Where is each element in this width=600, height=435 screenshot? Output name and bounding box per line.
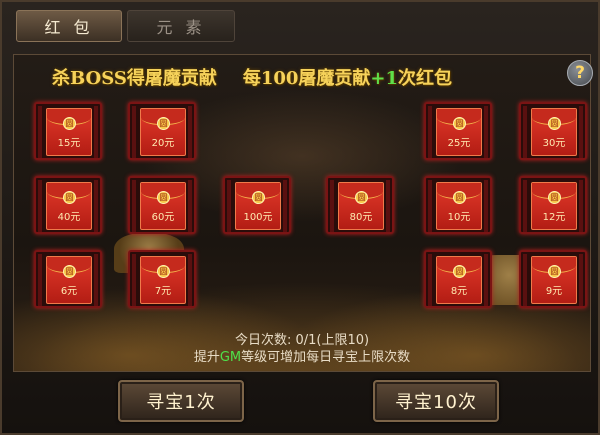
headline-kill-boss: 杀BOSS得屠魔贡献 xyxy=(52,68,217,89)
tab-red-packet[interactable]: 红 包 xyxy=(16,10,122,42)
coin-seal-icon: 圆 xyxy=(63,117,76,130)
coin-seal-icon: 圆 xyxy=(63,265,76,278)
red-envelope[interactable]: 圆 60元 xyxy=(128,176,196,234)
red-envelope[interactable]: 圆 30元 xyxy=(519,102,587,160)
envelope-amount: 10元 xyxy=(447,212,471,223)
red-envelope[interactable]: 圆 80元 xyxy=(326,176,394,234)
coin-seal-icon: 圆 xyxy=(548,117,561,130)
envelope-amount: 60元 xyxy=(151,212,175,223)
envelope-amount: 100元 xyxy=(243,212,273,223)
red-envelope[interactable]: 圆 8元 xyxy=(424,250,492,308)
envelope-amount: 7元 xyxy=(154,286,172,297)
red-envelope[interactable]: 圆 9元 xyxy=(519,250,587,308)
envelope-amount: 9元 xyxy=(545,286,563,297)
tab-elements[interactable]: 元 素 xyxy=(127,10,235,42)
status-text: 今日次数: 0/1(上限10) 提升GM等级可增加每日寻宝上限次数 xyxy=(142,332,462,366)
coin-seal-icon: 圆 xyxy=(157,265,170,278)
coin-seal-icon: 圆 xyxy=(548,191,561,204)
red-envelope[interactable]: 圆 7元 xyxy=(128,250,196,308)
envelope-amount: 6元 xyxy=(60,286,78,297)
reward-headline: 杀BOSS得屠魔贡献 每100屠魔贡献+1次红包 xyxy=(52,64,552,90)
coin-seal-icon: 圆 xyxy=(252,191,265,204)
question-mark-icon[interactable]: ? xyxy=(567,60,593,86)
envelope-amount: 40元 xyxy=(57,212,81,223)
headline-rule: 每100屠魔贡献+1次红包 xyxy=(242,68,453,89)
red-envelope[interactable]: 圆 12元 xyxy=(519,176,587,234)
red-envelope[interactable]: 圆 6元 xyxy=(34,250,102,308)
red-envelope[interactable]: 圆 20元 xyxy=(128,102,196,160)
coin-seal-icon: 圆 xyxy=(63,191,76,204)
red-envelope[interactable]: 圆 25元 xyxy=(424,102,492,160)
envelope-amount: 8元 xyxy=(450,286,468,297)
upgrade-hint: 提升GM等级可增加每日寻宝上限次数 xyxy=(193,350,411,365)
envelope-amount: 25元 xyxy=(447,138,471,149)
red-envelope[interactable]: 圆 15元 xyxy=(34,102,102,160)
coin-seal-icon: 圆 xyxy=(548,265,561,278)
daily-count: 今日次数: 0/1(上限10) xyxy=(234,333,370,348)
red-envelope[interactable]: 圆 10元 xyxy=(424,176,492,234)
search-treasure-ten-button[interactable]: 寻宝10次 xyxy=(373,380,499,422)
envelope-amount: 30元 xyxy=(542,138,566,149)
coin-seal-icon: 圆 xyxy=(453,265,466,278)
envelope-amount: 80元 xyxy=(349,212,373,223)
envelope-amount: 20元 xyxy=(151,138,175,149)
envelope-amount: 12元 xyxy=(542,212,566,223)
red-envelope[interactable]: 圆 40元 xyxy=(34,176,102,234)
search-treasure-once-button[interactable]: 寻宝1次 xyxy=(118,380,244,422)
coin-seal-icon: 圆 xyxy=(453,117,466,130)
coin-seal-icon: 圆 xyxy=(355,191,368,204)
coin-seal-icon: 圆 xyxy=(157,117,170,130)
red-packet-window: 红 包 元 素 杀BOSS得屠魔贡献 每100屠魔贡献+1次红包 ? 圆 15元 … xyxy=(0,0,600,435)
coin-seal-icon: 圆 xyxy=(453,191,466,204)
envelope-amount: 15元 xyxy=(57,138,81,149)
red-envelope[interactable]: 圆 100元 xyxy=(223,176,291,234)
coin-seal-icon: 圆 xyxy=(157,191,170,204)
